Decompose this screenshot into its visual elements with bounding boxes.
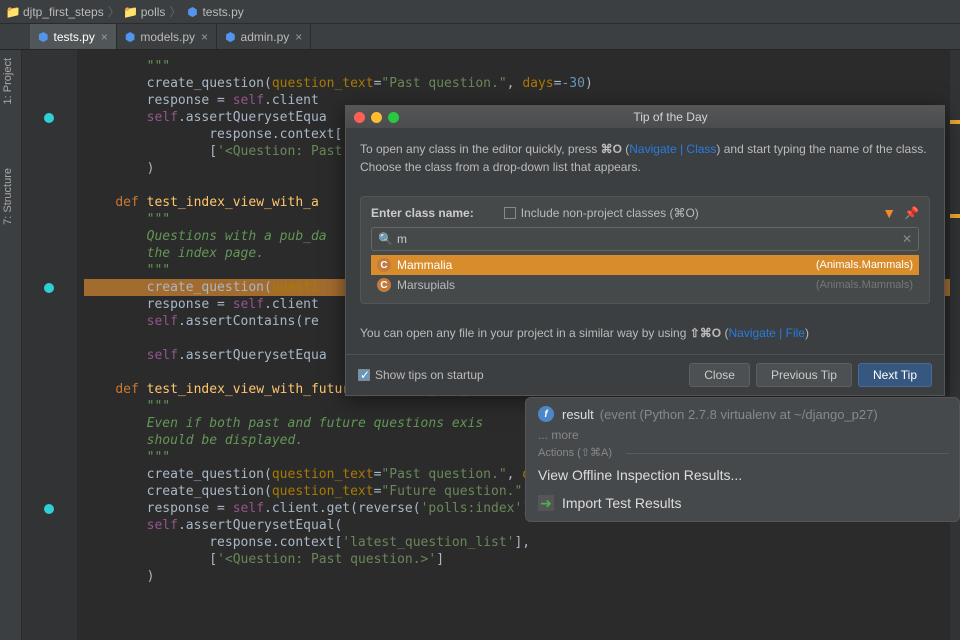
breakpoint-icon[interactable] — [44, 504, 54, 514]
navigate-class-link[interactable]: Navigate | Class — [629, 142, 716, 156]
previous-tip-button[interactable]: Previous Tip — [756, 363, 852, 387]
filter-icon[interactable]: ▼ — [882, 205, 896, 221]
close-tab-icon[interactable]: × — [201, 30, 208, 44]
result-row[interactable]: f result (event (Python 2.7.8 virtualenv… — [526, 402, 959, 426]
class-icon: C — [377, 278, 391, 292]
breadcrumb: 📁 djtp_first_steps 〉 📁 polls 〉 ⬢ tests.p… — [0, 0, 960, 24]
field-icon: f — [538, 406, 554, 422]
dialog-footer: ✓ Show tips on startup Close Previous Ti… — [346, 354, 944, 395]
action-import-test-results[interactable]: ➜ Import Test Results — [526, 489, 959, 517]
search-results: CMammalia(Animals.Mammals)CMarsupials(An… — [371, 255, 919, 295]
close-window-icon[interactable] — [354, 112, 365, 123]
search-result-item[interactable]: CMarsupials(Animals.Mammals) — [371, 275, 919, 295]
actions-section-label: Actions (⇧⌘A) — [526, 444, 959, 461]
search-label: Enter class name: — [371, 206, 474, 220]
show-tips-checkbox[interactable]: ✓ — [358, 369, 370, 381]
class-icon: C — [377, 258, 391, 272]
minimize-window-icon[interactable] — [371, 112, 382, 123]
more-link[interactable]: ... more — [526, 426, 959, 444]
editor-tabs: ⬢tests.py×⬢models.py×⬢admin.py× — [0, 24, 960, 50]
tip-text-2: You can open any file in your project in… — [346, 312, 944, 354]
folder-icon: 📁 — [6, 5, 20, 19]
zoom-window-icon[interactable] — [388, 112, 399, 123]
error-stripe[interactable] — [950, 50, 960, 640]
class-search-panel: Enter class name: Include non-project cl… — [360, 196, 930, 304]
show-tips-label: Show tips on startup — [375, 368, 484, 382]
search-result-item[interactable]: CMammalia(Animals.Mammals) — [371, 255, 919, 275]
editor-tab[interactable]: ⬢models.py× — [117, 24, 217, 49]
breadcrumb-file[interactable]: tests.py — [202, 5, 243, 19]
breakpoint-icon[interactable] — [44, 283, 54, 293]
include-nonproject-checkbox[interactable] — [504, 207, 516, 219]
editor-tab[interactable]: ⬢admin.py× — [217, 24, 311, 49]
gutter[interactable] — [22, 50, 78, 640]
structure-tool-button[interactable]: 7: Structure — [0, 160, 16, 233]
clear-icon[interactable]: ✕ — [902, 232, 912, 246]
warning-marker[interactable] — [950, 120, 960, 124]
close-tab-icon[interactable]: × — [295, 30, 302, 44]
search-everywhere-popup: f result (event (Python 2.7.8 virtualenv… — [525, 397, 960, 522]
next-tip-button[interactable]: Next Tip — [858, 363, 932, 387]
editor-tab[interactable]: ⬢tests.py× — [30, 24, 117, 49]
pin-icon[interactable]: 📌 — [904, 206, 919, 220]
breadcrumb-project[interactable]: djtp_first_steps — [23, 5, 104, 19]
class-search-input[interactable] — [397, 232, 902, 246]
dialog-titlebar[interactable]: Tip of the Day — [346, 106, 944, 128]
project-tool-button[interactable]: 1: Project — [0, 50, 16, 112]
close-tab-icon[interactable]: × — [101, 30, 108, 44]
class-search-input-wrapper[interactable]: 🔍 ✕ — [371, 227, 919, 251]
import-icon: ➜ — [538, 495, 554, 511]
folder-icon: 📁 — [124, 5, 138, 19]
action-offline-inspection[interactable]: View Offline Inspection Results... — [526, 461, 959, 489]
tip-text: To open any class in the editor quickly,… — [346, 128, 944, 188]
dialog-title: Tip of the Day — [405, 110, 936, 124]
include-nonproject-label: Include non-project classes (⌘O) — [521, 206, 699, 220]
warning-marker[interactable] — [950, 214, 960, 218]
tool-window-bar: 1: Project 7: Structure — [0, 50, 22, 640]
search-icon: 🔍 — [378, 232, 393, 246]
tip-of-the-day-dialog: Tip of the Day To open any class in the … — [345, 105, 945, 396]
python-file-icon: ⬢ — [185, 5, 199, 19]
navigate-file-link[interactable]: Navigate | File — [728, 326, 804, 340]
breadcrumb-app[interactable]: polls — [141, 5, 166, 19]
close-button[interactable]: Close — [689, 363, 750, 387]
breakpoint-icon[interactable] — [44, 113, 54, 123]
